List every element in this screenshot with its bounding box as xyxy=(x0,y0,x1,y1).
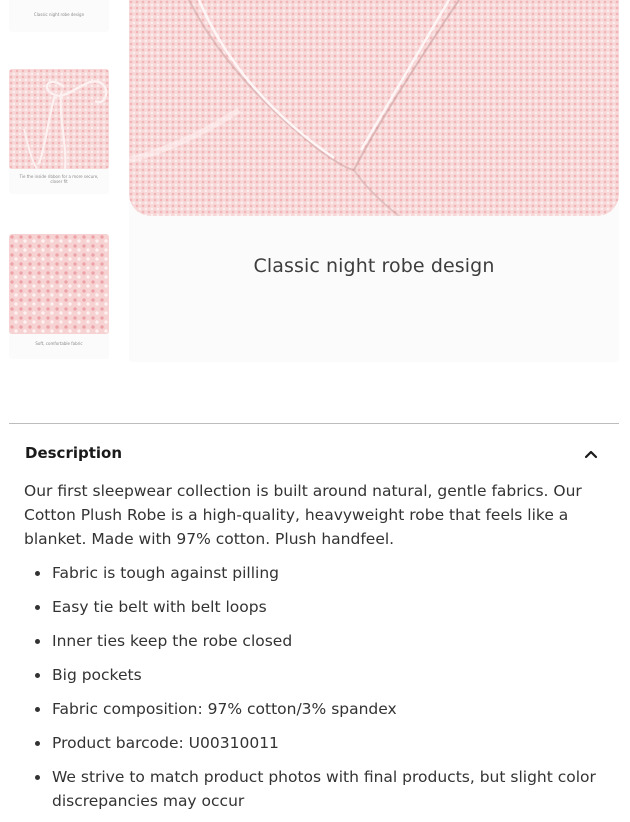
list-item: We strive to match product photos with f… xyxy=(35,765,612,813)
ribbon-illustration xyxy=(23,80,108,169)
list-item: Easy tie belt with belt loops xyxy=(35,595,612,619)
thumbnail-caption: Soft, comfortable fabric xyxy=(35,341,83,346)
description-bullet-list: Fabric is tough against pilling Easy tie… xyxy=(35,561,612,822)
robe-collar-shape xyxy=(129,0,460,216)
section-divider xyxy=(9,423,619,424)
gallery-thumbnail-1[interactable]: Classic night robe design xyxy=(9,0,109,32)
thumbnail-caption: Tie the inside ribbon for a more secure,… xyxy=(19,174,99,184)
list-item: Big pockets xyxy=(35,663,612,687)
gallery-thumbnail-3[interactable]: Soft, comfortable fabric xyxy=(9,234,109,359)
list-item: Product barcode: U00310011 xyxy=(35,731,612,755)
description-paragraph: Our first sleepwear collection is built … xyxy=(24,482,582,548)
gallery-thumbnail-2[interactable]: Tie the inside ribbon for a more secure,… xyxy=(9,69,109,194)
thumbnail-image xyxy=(9,69,109,169)
description-title: Description xyxy=(25,444,123,462)
list-item: Fabric composition: 97% cotton/3% spande… xyxy=(35,697,612,721)
main-product-image[interactable]: Classic night robe design xyxy=(129,0,619,362)
description-accordion-header[interactable]: Description xyxy=(9,440,619,468)
product-gallery: Classic night robe design Tie the inside… xyxy=(0,0,630,370)
list-item: Inner ties keep the robe closed xyxy=(35,629,612,653)
thumbnail-image xyxy=(9,234,109,334)
main-image-caption: Classic night robe design xyxy=(253,255,495,277)
chevron-up-icon[interactable] xyxy=(583,446,599,462)
list-item: Fabric is tough against pilling xyxy=(35,561,612,585)
robe-photo xyxy=(129,0,619,216)
thumbnail-caption: Classic night robe design xyxy=(33,12,85,17)
